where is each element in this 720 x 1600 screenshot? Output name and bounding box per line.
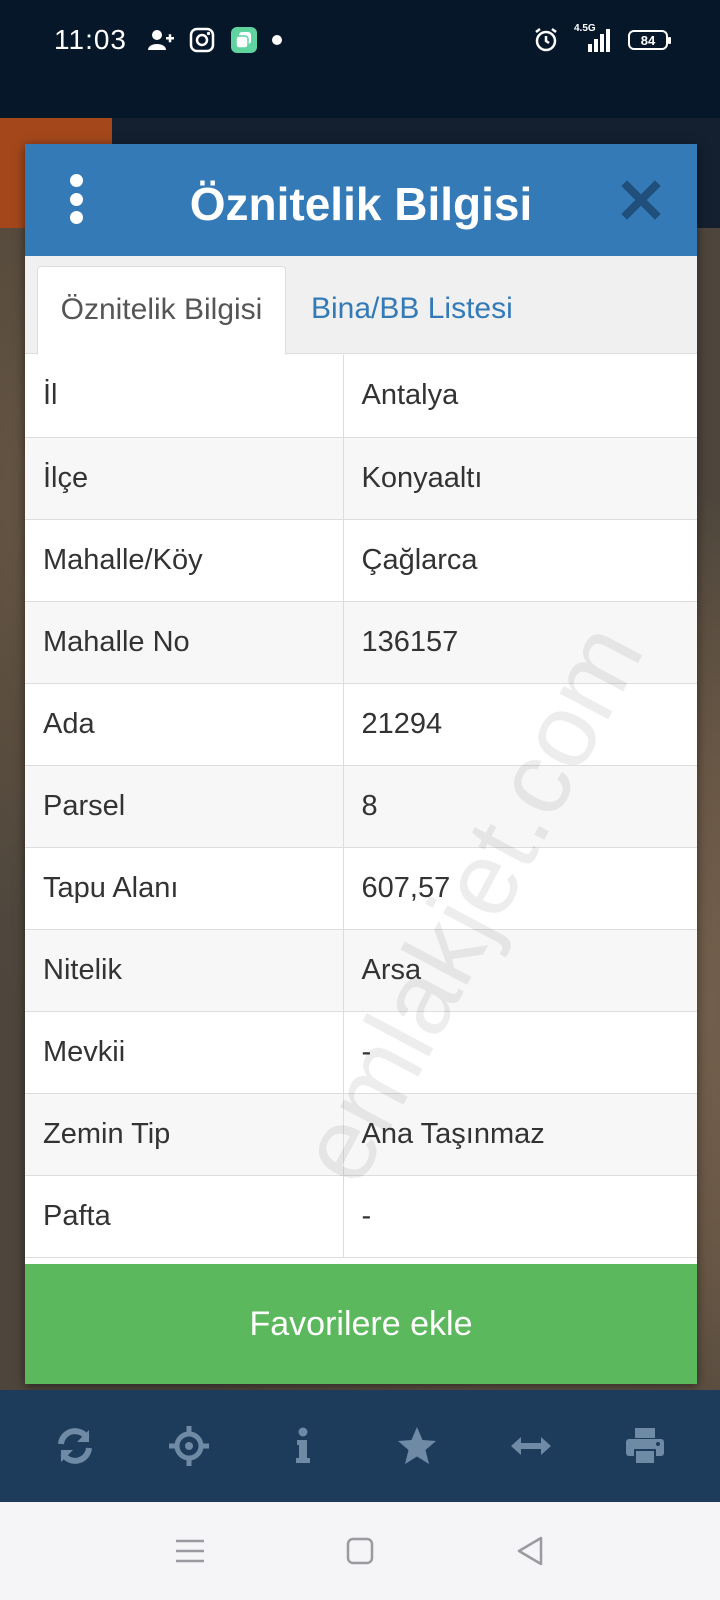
dialog-tabs: Öznitelik Bilgisi Bina/BB Listesi xyxy=(25,256,697,355)
row-key: Nitelik xyxy=(25,929,344,1012)
table-row: Ada 21294 xyxy=(25,683,697,766)
row-value: Ana Taşınmaz xyxy=(343,1093,697,1176)
table-row: İlçe Konyaaltı xyxy=(25,437,697,520)
recent-apps-button[interactable] xyxy=(165,1526,215,1576)
row-key: Pafta xyxy=(25,1175,344,1258)
row-value: 21294 xyxy=(343,683,697,766)
more-notifications-dot xyxy=(272,35,282,45)
row-value: 8 xyxy=(343,765,697,848)
system-nav-bar xyxy=(0,1502,720,1600)
attribute-dialog: Öznitelik Bilgisi Öznitelik Bilgisi Bina… xyxy=(25,144,697,1384)
row-value: Arsa xyxy=(343,929,697,1012)
add-contact-icon xyxy=(148,30,174,50)
table-row: Nitelik Arsa xyxy=(25,929,697,1012)
attribute-table: İl Antalya İlçe Konyaaltı Mahalle/Köy Çağla… xyxy=(25,355,697,1258)
measure-button[interactable] xyxy=(506,1421,556,1471)
close-icon[interactable] xyxy=(621,180,661,220)
table-row: Mahalle/Köy Çağlarca xyxy=(25,519,697,602)
status-system-icons: 4.5G 84 xyxy=(532,23,671,54)
measure-icon xyxy=(511,1437,551,1455)
row-key: Zemin Tip xyxy=(25,1093,344,1176)
home-button[interactable] xyxy=(335,1526,385,1576)
dialog-title: Öznitelik Bilgisi xyxy=(189,178,533,230)
table-row: Parsel 8 xyxy=(25,765,697,848)
dialog-header: Öznitelik Bilgisi xyxy=(25,144,697,256)
row-key: Ada xyxy=(25,683,344,766)
tab-building-list[interactable]: Bina/BB Listesi xyxy=(311,266,513,354)
table-row: İl Antalya xyxy=(25,355,697,438)
row-value: 136157 xyxy=(343,601,697,684)
add-to-favorites-button[interactable]: Favorilere ekle xyxy=(25,1264,697,1384)
square-home-icon xyxy=(346,1537,374,1565)
battery-level: 84 xyxy=(640,32,656,48)
table-row: Pafta - xyxy=(25,1175,697,1258)
instagram-icon xyxy=(189,27,215,53)
table-row: Mahalle No 136157 xyxy=(25,601,697,684)
refresh-button[interactable] xyxy=(50,1421,100,1471)
battery-icon: 84 xyxy=(628,30,671,50)
tab-attribute-info[interactable]: Öznitelik Bilgisi xyxy=(37,266,286,355)
refresh-icon xyxy=(58,1428,92,1464)
locate-icon xyxy=(169,1426,209,1466)
info-icon xyxy=(296,1427,310,1463)
network-type: 4.5G xyxy=(574,23,596,34)
row-value: 607,57 xyxy=(343,847,697,930)
signal-icon: 4.5G xyxy=(574,23,614,54)
row-key: Mahalle No xyxy=(25,601,344,684)
row-key: Parsel xyxy=(25,765,344,848)
row-value: Çağlarca xyxy=(343,519,697,602)
map-toolbar xyxy=(0,1390,720,1502)
row-key: Tapu Alanı xyxy=(25,847,344,930)
status-time: 11:03 xyxy=(54,24,127,55)
table-row: Tapu Alanı 607,57 xyxy=(25,847,697,930)
menu-lines-icon xyxy=(176,1539,204,1563)
table-row: Zemin Tip Ana Taşınmaz xyxy=(25,1093,697,1176)
row-key: Mahalle/Köy xyxy=(25,519,344,602)
print-icon xyxy=(626,1428,664,1465)
locate-button[interactable] xyxy=(164,1421,214,1471)
table-row: Mevkii - xyxy=(25,1011,697,1094)
back-button[interactable] xyxy=(505,1526,555,1576)
info-button[interactable] xyxy=(278,1421,328,1471)
star-icon xyxy=(398,1427,436,1464)
triangle-back-icon xyxy=(517,1536,543,1566)
alarm-icon xyxy=(535,28,557,52)
row-value: - xyxy=(343,1175,697,1258)
row-key: İl xyxy=(25,355,344,438)
app-notification-icon xyxy=(231,27,257,53)
status-notification-icons xyxy=(146,26,282,54)
row-value: Antalya xyxy=(343,355,697,438)
print-button[interactable] xyxy=(620,1421,670,1471)
row-key: Mevkii xyxy=(25,1011,344,1094)
row-value: Konyaaltı xyxy=(343,437,697,520)
row-key: İlçe xyxy=(25,437,344,520)
status-bar: 11:03 4.5G 84 xyxy=(0,0,720,118)
row-value: - xyxy=(343,1011,697,1094)
favorites-button[interactable] xyxy=(392,1421,442,1471)
